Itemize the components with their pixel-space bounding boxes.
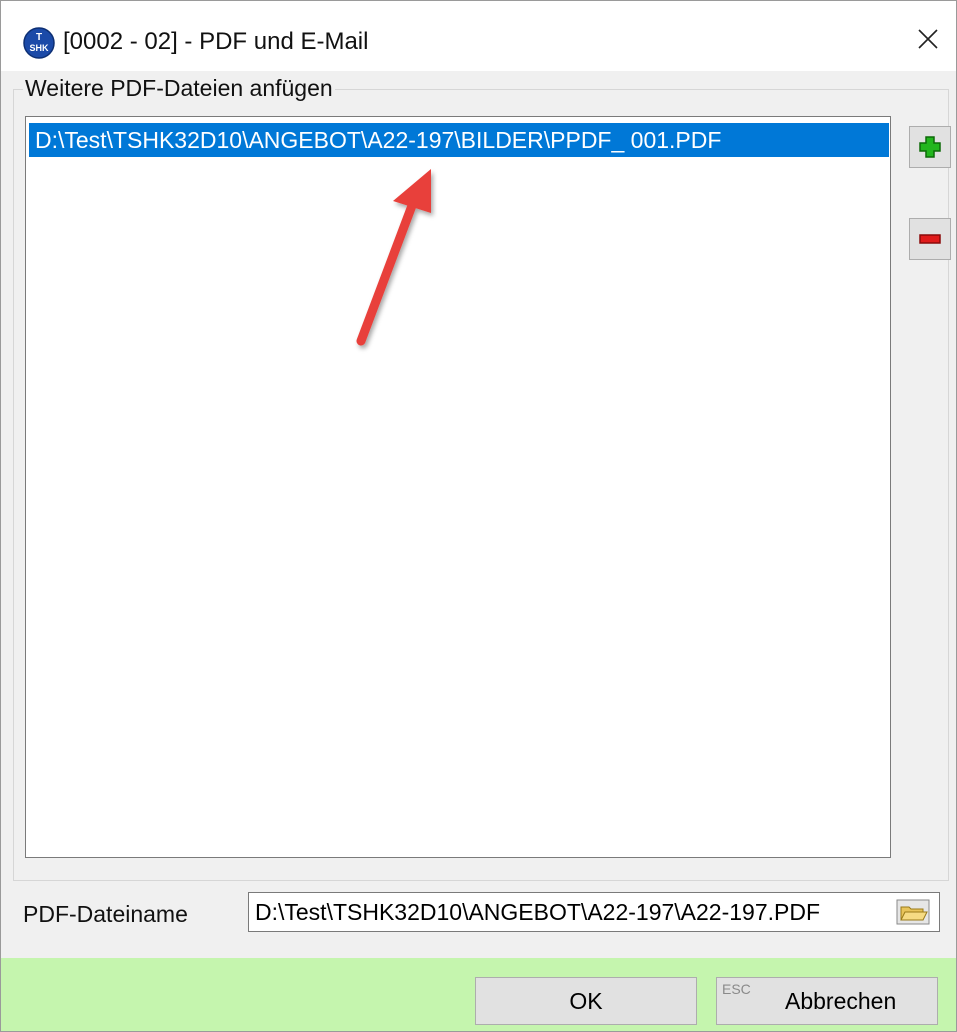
dialog-window: T SHK [0002 - 02] - PDF und E-Mail Weite… — [0, 0, 957, 1032]
browse-button[interactable] — [894, 897, 932, 927]
pdf-filename-label: PDF-Dateiname — [23, 901, 188, 927]
title-bar: T SHK [0002 - 02] - PDF und E-Mail — [1, 1, 956, 71]
attachments-group-label: Weitere PDF-Dateien anfügen — [23, 75, 335, 102]
remove-file-button[interactable] — [909, 218, 951, 260]
window-title: [0002 - 02] - PDF und E-Mail — [63, 28, 369, 55]
app-logo-icon: T SHK — [23, 27, 55, 59]
add-file-button[interactable] — [909, 126, 951, 168]
list-item[interactable]: D:\Test\TSHK32D10\ANGEBOT\A22-197\BILDER… — [29, 123, 889, 157]
minus-icon — [919, 234, 941, 244]
close-button[interactable] — [900, 11, 956, 67]
esc-shortcut-hint: ESC — [722, 981, 751, 997]
cancel-button[interactable]: ESC Abbrechen — [716, 977, 938, 1025]
pdf-filename-field[interactable]: D:\Test\TSHK32D10\ANGEBOT\A22-197\A22-19… — [248, 892, 940, 932]
ok-button[interactable]: OK — [475, 977, 697, 1025]
close-icon — [918, 29, 938, 49]
attachments-list[interactable]: D:\Test\TSHK32D10\ANGEBOT\A22-197\BILDER… — [25, 116, 891, 858]
folder-open-icon — [896, 899, 930, 925]
red-arrow-annotation — [356, 169, 431, 346]
app-logo-text: SHK — [29, 43, 49, 53]
svg-text:T: T — [36, 32, 42, 43]
cancel-button-label: Abbrechen — [785, 988, 897, 1014]
plus-icon — [919, 136, 941, 158]
